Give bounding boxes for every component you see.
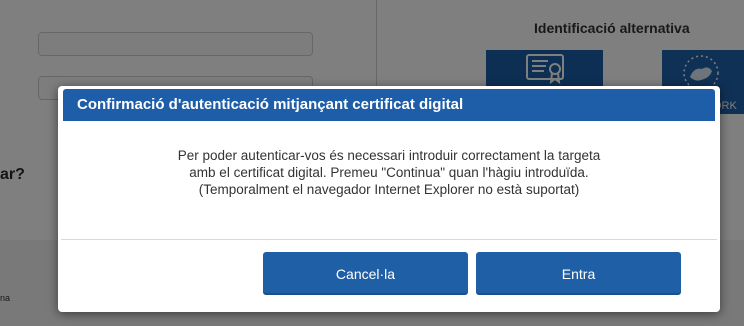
cancel-button[interactable]: Cancel·la <box>263 252 468 295</box>
dialog-message-line: amb el certificat digital. Premeu "Conti… <box>189 165 589 180</box>
dialog-title: Confirmació d'autenticació mitjançant ce… <box>77 96 464 113</box>
dialog-message-line: (Temporalment el navegador Internet Expl… <box>198 182 580 197</box>
dialog-message-line: Per poder autenticar-vos és necessari in… <box>177 148 601 163</box>
dialog-divider <box>61 239 717 240</box>
dialog-message: Per poder autenticar-vos és necessari in… <box>78 147 700 198</box>
certificate-confirmation-dialog: Confirmació d'autenticació mitjançant ce… <box>58 86 720 312</box>
dialog-header: Confirmació d'autenticació mitjançant ce… <box>63 89 715 121</box>
enter-button[interactable]: Entra <box>476 252 681 295</box>
